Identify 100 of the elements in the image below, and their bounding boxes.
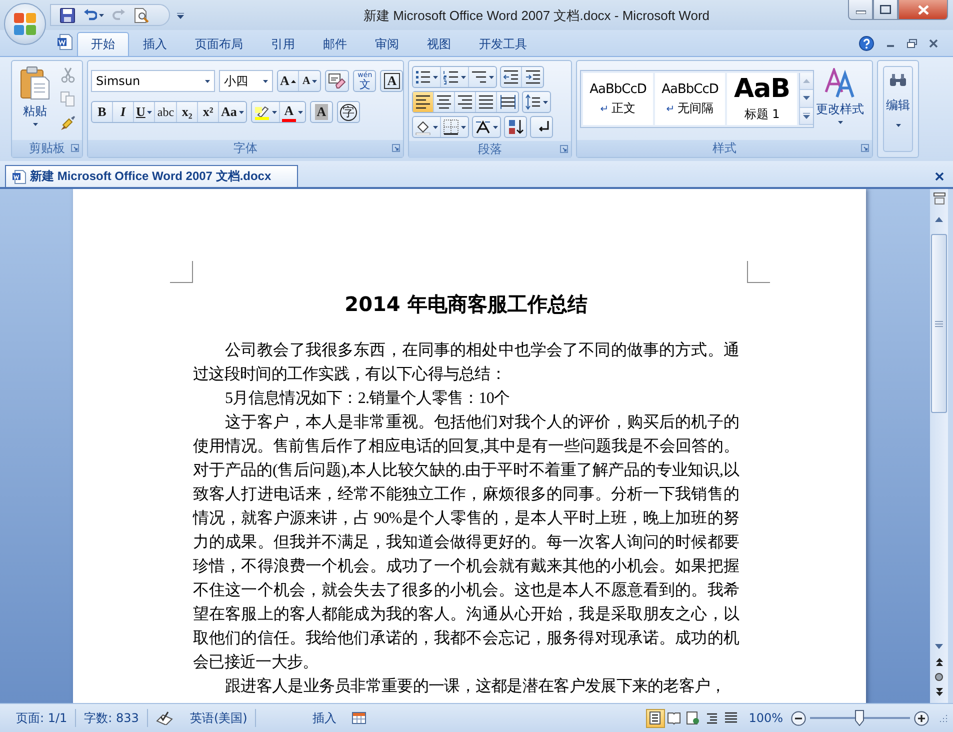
minimize-button[interactable]: [848, 0, 873, 20]
font-size-field[interactable]: 小四: [219, 70, 273, 92]
body-paragraph: 公司教会了我很多东西，在同事的相处中也学会了不同的做事的方式。通过这段时间的工作实践，有以下心得与总结：: [193, 340, 739, 385]
caret-icon: [238, 110, 244, 114]
paint-bucket-icon: [415, 119, 431, 135]
outdent-icon: [503, 69, 519, 85]
style-item[interactable]: AaB 标题 1: [727, 73, 797, 125]
change-case-button[interactable]: Aa: [219, 102, 246, 122]
ribbon-tab[interactable]: 视图: [413, 32, 465, 56]
zoom-in-button[interactable]: [914, 710, 929, 726]
restore-document-button[interactable]: [906, 38, 918, 48]
superscript-button[interactable]: x²: [198, 102, 220, 122]
subscript-button[interactable]: x₂: [177, 102, 198, 122]
caret-icon: [461, 126, 466, 128]
dialog-launcher-icon[interactable]: [560, 145, 568, 153]
close-document-button[interactable]: [935, 172, 944, 181]
dialog-launcher-icon[interactable]: [71, 144, 79, 152]
arrow-down-icon: [935, 644, 943, 649]
arrow-up-icon: [803, 79, 810, 84]
zoom-level-button[interactable]: 100%: [740, 711, 791, 725]
scroll-thumb[interactable]: [931, 234, 947, 413]
format-painter-button[interactable]: [59, 114, 77, 132]
ribbon-tab[interactable]: 页面布局: [181, 32, 257, 56]
numbering-button[interactable]: [441, 67, 469, 87]
gallery-more-button[interactable]: [800, 108, 813, 125]
book-check-icon: [156, 711, 174, 725]
grip-lines-icon: [935, 320, 943, 326]
paste-button[interactable]: 粘贴: [15, 64, 55, 137]
customize-toolbar-button[interactable]: [176, 12, 185, 20]
decrease-indent-button[interactable]: [501, 67, 522, 87]
line-spacing-icon: [525, 94, 541, 110]
borders-button[interactable]: [441, 117, 468, 137]
align-left-button[interactable]: [413, 92, 434, 112]
underline-button[interactable]: U: [134, 102, 156, 122]
close-icon: [935, 172, 944, 181]
word-count-button[interactable]: 字数: 833: [76, 710, 147, 726]
numbered-list-icon: [443, 69, 459, 85]
ribbon-tab[interactable]: 审阅: [361, 32, 413, 56]
font-name-field[interactable]: Simsun: [91, 70, 215, 92]
reading-layout-icon: [667, 711, 682, 725]
ribbon-tab[interactable]: 邮件: [309, 32, 361, 56]
ribbon-tab[interactable]: 插入: [129, 32, 181, 56]
window-title: 新建 Microsoft Office Word 2007 文档.docx - Microsoft Word: [362, 7, 711, 25]
body-paragraph: 跟进客人是业务员非常重要的一课，这都是潜在客户发展下来的老客户，: [224, 676, 727, 697]
undo-arrow-icon: [83, 8, 97, 22]
dialog-launcher-icon[interactable]: [861, 144, 869, 152]
print-layout-button[interactable]: [646, 708, 665, 728]
print-preview-button[interactable]: [133, 6, 150, 24]
close-button[interactable]: [898, 0, 948, 20]
shading-button[interactable]: [413, 117, 441, 137]
align-right-button[interactable]: [455, 92, 476, 112]
justify-icon: [478, 94, 494, 110]
print-layout-icon: [648, 711, 662, 725]
slider-thumb[interactable]: [855, 710, 864, 726]
asian-layout-icon: [475, 119, 491, 135]
highlighter-pen-icon: [254, 104, 270, 116]
dialog-launcher-icon[interactable]: [392, 144, 400, 152]
multilevel-list-icon: [471, 69, 487, 85]
document-icon: [57, 34, 73, 50]
shrink-font-button[interactable]: A: [299, 71, 320, 91]
document-icon: [12, 170, 26, 184]
language-button[interactable]: 英语(美国): [182, 710, 256, 726]
caret-icon: [433, 126, 438, 128]
italic-button[interactable]: I: [113, 102, 134, 122]
page-number-button[interactable]: 页面: 1/1: [8, 710, 76, 726]
minimize-icon: [886, 45, 895, 47]
minus-circle-icon: [791, 710, 806, 726]
bullets-button[interactable]: [413, 67, 441, 87]
body-paragraph: 5月信息情况如下：2.销量个人零售：10个: [224, 388, 511, 409]
change-styles-button[interactable]: 更改样式: [816, 64, 864, 137]
clipboard-icon: [20, 66, 50, 100]
restore-button[interactable]: [873, 0, 898, 20]
strikethrough-button[interactable]: abc: [155, 102, 178, 122]
bold-button[interactable]: B: [92, 102, 113, 122]
document-tab[interactable]: 新建 Microsoft Office Word 2007 文档.docx: [5, 165, 298, 187]
justify-button[interactable]: [476, 92, 497, 112]
ribbon-tab[interactable]: 开发工具: [465, 32, 541, 56]
distributed-icon: [500, 94, 516, 110]
save-button[interactable]: [59, 6, 76, 24]
insert-mode-button[interactable]: 插入: [304, 710, 344, 726]
character-border-button[interactable]: A: [381, 71, 402, 91]
font-color-button[interactable]: A: [280, 102, 305, 122]
style-item[interactable]: AaBbCcD ↵ 无间隔: [655, 73, 725, 125]
ruler-toggle-button[interactable]: [931, 191, 947, 206]
caret-icon: [543, 100, 548, 104]
ribbon-tab[interactable]: 引用: [257, 32, 309, 56]
sort-icon: [508, 119, 524, 135]
editing-button[interactable]: 编辑: [883, 66, 913, 152]
caret-icon: [298, 110, 303, 114]
enclose-characters-button[interactable]: 字: [338, 102, 359, 122]
undo-button[interactable]: [82, 8, 105, 22]
grow-font-button[interactable]: A: [278, 71, 300, 91]
style-item[interactable]: AaBbCcD ↵ 正文: [583, 73, 653, 125]
group-label: 剪贴板: [29, 140, 65, 157]
zoom-out-button[interactable]: [791, 710, 806, 726]
gallery-down-button[interactable]: [800, 90, 813, 108]
ribbon-tab[interactable]: 开始: [77, 32, 129, 56]
help-button[interactable]: [858, 34, 875, 52]
close-document-button[interactable]: [928, 38, 939, 48]
center-button[interactable]: [434, 92, 455, 112]
